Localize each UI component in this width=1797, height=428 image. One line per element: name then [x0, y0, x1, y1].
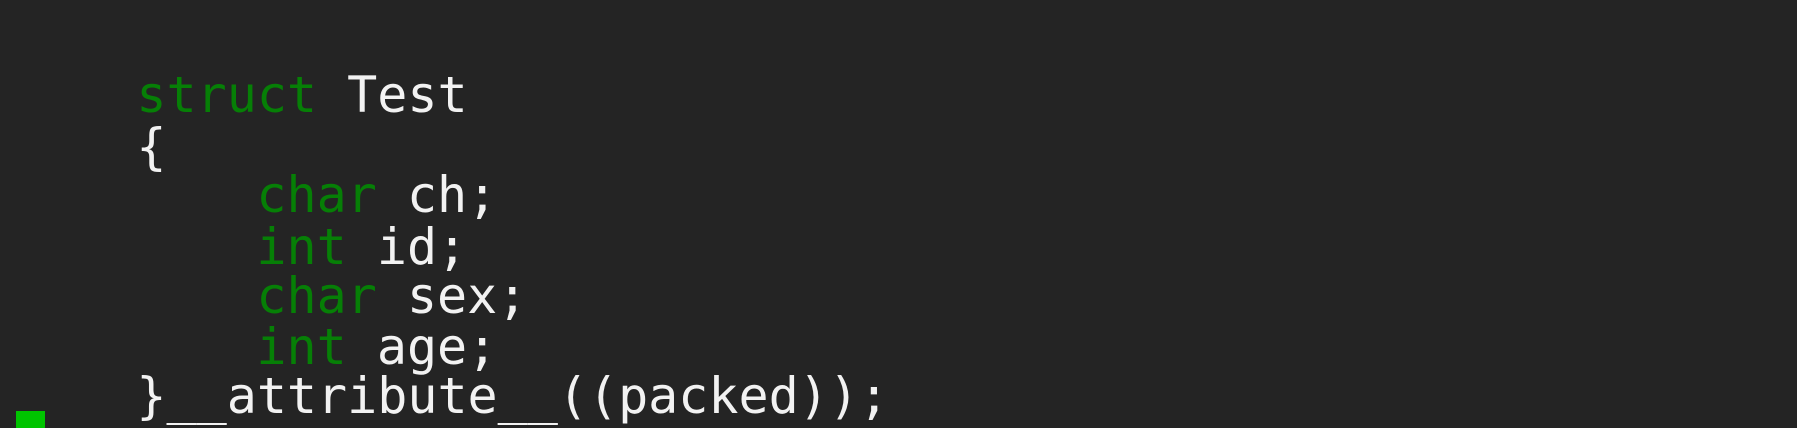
code-line-close-brace-attribute: }__attribute__((packed));	[16, 309, 889, 425]
close-brace-attribute-text: }__attribute__((packed));	[136, 367, 889, 425]
code-line-char-sex: char sex;	[16, 209, 527, 325]
code-line-struct-declaration: struct Test	[16, 8, 467, 124]
code-line-char-ch: char ch;	[16, 108, 497, 224]
text-cursor	[16, 411, 45, 428]
code-editor[interactable]: struct Test { char ch; int id; char sex;…	[0, 0, 1797, 428]
